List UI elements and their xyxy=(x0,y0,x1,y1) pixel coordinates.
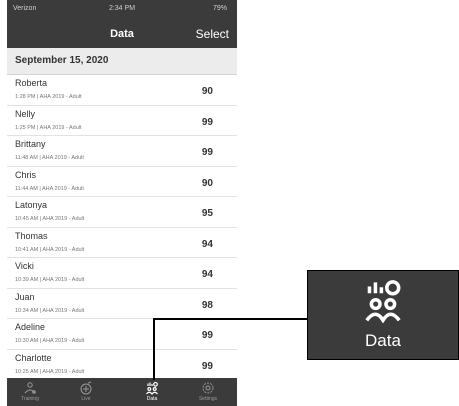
select-button[interactable]: Select xyxy=(196,27,229,41)
data-icon xyxy=(365,280,401,323)
list-item[interactable]: Vicki 10:39 AM | AHA 2019 - Adult 94 xyxy=(7,258,237,289)
tab-training[interactable]: Training xyxy=(7,380,53,406)
list-item[interactable]: Juan 10:34 AM | AHA 2019 - Adult 98 xyxy=(7,289,237,319)
zoom-callout-label: Data xyxy=(365,331,401,350)
record-meta: 11:44 AM | AHA 2019 - Adult xyxy=(15,185,84,192)
record-score: 99 xyxy=(201,116,213,128)
tab-label: Training xyxy=(21,396,39,402)
record-meta: 10:25 AM | AHA 2019 - Adult xyxy=(15,368,85,375)
record-name: Roberta xyxy=(15,78,48,88)
zoom-callout: Data xyxy=(307,270,459,360)
record-score: 90 xyxy=(201,86,213,97)
live-icon xyxy=(80,381,92,395)
list-item[interactable]: Thomas 10:41 AM | AHA 2019 - Adult 94 xyxy=(7,228,237,258)
record-score: 90 xyxy=(201,177,213,189)
record-name: Nelly xyxy=(15,108,36,119)
record-score: 94 xyxy=(201,238,213,250)
record-name: Latonya xyxy=(15,200,48,210)
tab-label: Live xyxy=(81,396,91,402)
record-score: 98 xyxy=(201,299,213,311)
list-item[interactable]: Latonya 10:45 AM | AHA 2019 - Adult 95 xyxy=(7,197,237,228)
record-meta: 10:34 AM | AHA 2019 - Adult xyxy=(15,307,85,314)
settings-icon xyxy=(202,382,214,394)
record-name: Charlotte xyxy=(15,352,52,363)
record-name: Vicki xyxy=(15,261,34,271)
record-name: Juan xyxy=(15,291,35,302)
record-meta: 1:25 PM | AHA 2019 - Adult xyxy=(15,124,82,131)
list-item[interactable]: Chris 11:44 AM | AHA 2019 - Adult 90 xyxy=(7,167,237,197)
record-score: 99 xyxy=(201,330,213,341)
tab-label: Data xyxy=(146,396,158,402)
status-time: 2:34 PM xyxy=(108,5,136,12)
section-header-date: September 15, 2020 xyxy=(7,48,237,75)
record-meta: 10:45 AM | AHA 2019 - Adult xyxy=(15,216,85,222)
record-meta: 10:30 AM | AHA 2019 - Adult xyxy=(15,338,85,344)
record-name: Brittany xyxy=(15,139,46,149)
nav-bar: Data Select xyxy=(7,18,237,48)
record-score: 99 xyxy=(201,360,213,372)
tab-settings[interactable]: Settings xyxy=(185,380,231,406)
record-score: 95 xyxy=(201,208,213,219)
battery-indicator: 79% xyxy=(212,5,227,12)
record-score: 99 xyxy=(201,147,213,158)
list-item[interactable]: Nelly 1:25 PM | AHA 2019 - Adult 99 xyxy=(7,106,237,136)
list-item[interactable]: Adeline 10:30 AM | AHA 2019 - Adult 99 xyxy=(7,319,237,350)
list-item[interactable]: Brittany 11:48 AM | AHA 2019 - Adult 99 xyxy=(7,136,237,167)
record-meta: 10:39 AM | AHA 2019 - Adult xyxy=(15,277,85,283)
tab-data[interactable]: Data xyxy=(129,380,175,406)
list-item[interactable]: Roberta 1:28 PM | AHA 2019 - Adult 90 xyxy=(7,75,237,106)
record-score: 94 xyxy=(201,269,213,280)
list-item[interactable]: Charlotte 10:25 AM | AHA 2019 - Adult 99 xyxy=(7,350,237,380)
data-icon xyxy=(146,381,158,395)
record-meta: 10:41 AM | AHA 2019 - Adult xyxy=(15,246,85,253)
record-name: Thomas xyxy=(15,230,48,241)
record-meta: 1:28 PM | AHA 2019 - Adult xyxy=(15,94,82,100)
record-name: Adeline xyxy=(15,322,46,332)
phone-screen: Verizon 2:34 PM 79% Data Select Septembe… xyxy=(7,0,237,406)
record-name: Chris xyxy=(15,169,37,180)
callout-line-vertical xyxy=(153,318,155,380)
tab-live[interactable]: Live xyxy=(63,380,109,406)
tab-label: Settings xyxy=(198,396,218,402)
status-bar: Verizon 2:34 PM 79% xyxy=(7,0,237,18)
records-list: September 15, 2020 Roberta 1:28 PM | AHA… xyxy=(7,48,237,380)
training-icon xyxy=(24,382,36,394)
callout-line-horizontal xyxy=(153,318,308,320)
record-meta: 11:48 AM | AHA 2019 - Adult xyxy=(15,155,84,161)
tab-bar: Training Live Data Settings xyxy=(7,378,237,406)
